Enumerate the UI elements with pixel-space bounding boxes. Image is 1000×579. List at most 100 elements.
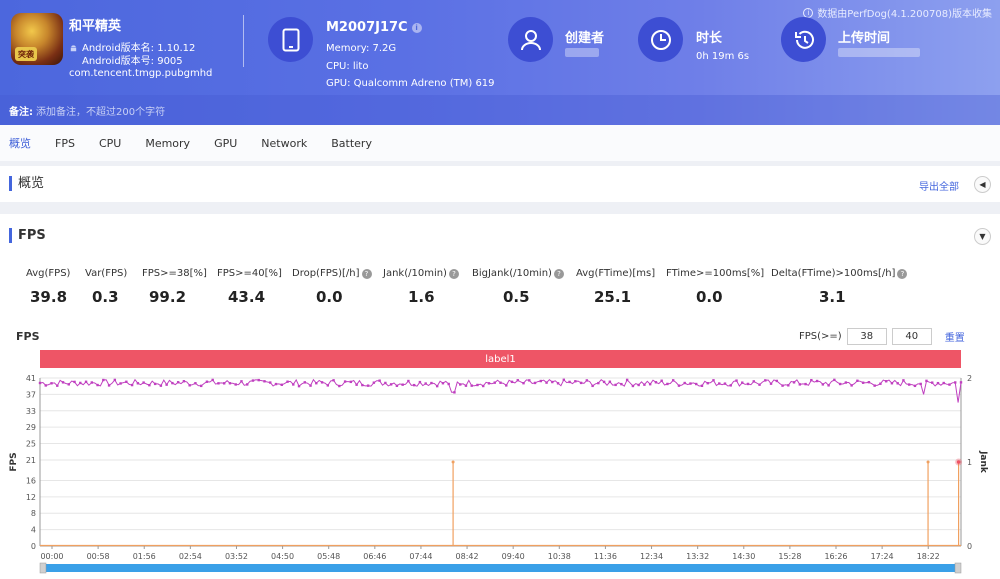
fps-point <box>366 384 370 387</box>
fps-point <box>234 383 237 386</box>
help-icon[interactable]: ? <box>553 268 564 279</box>
stat-label: Drop(FPS)[/h]? <box>292 268 372 279</box>
fps-point <box>660 379 663 382</box>
fps-point <box>355 383 358 386</box>
fps-point <box>683 381 686 385</box>
fps-point <box>815 379 819 383</box>
app-icon-badge: 突袭 <box>15 47 37 61</box>
fps-point <box>384 381 387 385</box>
device-info-icon[interactable]: i <box>411 22 422 33</box>
fps-point <box>269 381 272 384</box>
fps-point <box>741 381 744 384</box>
fps-point <box>343 380 347 383</box>
tab-cpu[interactable]: CPU <box>87 125 133 161</box>
fps-point <box>389 383 393 386</box>
stat-fps-ge-40: FPS>=40[%] 43.4 <box>217 268 282 306</box>
fps-point <box>240 380 243 383</box>
x-tick-label: 09:40 <box>502 552 525 561</box>
fps-chart[interactable]: 0481216212529333741012FPS Jank00:00 00:58 0… <box>0 371 1000 579</box>
stat-label-text: Var(FPS) <box>85 268 128 279</box>
stat-var-fps: Var(FPS) 0.3 <box>85 268 127 306</box>
help-icon[interactable]: ? <box>361 268 372 279</box>
y-tick-label: 16 <box>26 476 36 485</box>
tab-battery[interactable]: Battery <box>319 125 384 161</box>
fps-point <box>182 380 186 383</box>
fps-point <box>199 384 203 388</box>
fps-point <box>545 381 548 384</box>
export-all-link[interactable]: 导出全部 <box>919 178 959 193</box>
remark-input[interactable]: 添加备注，不超过200个字符 <box>36 103 165 118</box>
stat-avg-ftime: Avg(FTime)[ms] 25.1 <box>576 268 655 306</box>
fps-point <box>418 380 422 384</box>
fps-point <box>516 379 519 382</box>
jank-point <box>926 460 930 464</box>
y2-tick-label: 0 <box>967 542 972 551</box>
overview-panel: 概览 导出全部 ◀ <box>0 166 1000 202</box>
x-tick-label: 02:54 <box>179 552 202 561</box>
tab-gpu[interactable]: GPU <box>202 125 249 161</box>
fps-point <box>787 384 790 387</box>
remark-bar[interactable]: 备注: 添加备注，不超过200个字符 <box>0 95 1000 125</box>
device-cpu: CPU: lito <box>326 61 369 72</box>
fps-point <box>896 382 899 385</box>
stat-label-text: FTime>=100ms[%] <box>666 268 765 279</box>
fps-point <box>142 381 145 384</box>
tab-fps[interactable]: FPS <box>43 125 87 161</box>
x-tick-label: 12:34 <box>640 552 663 561</box>
fps-point <box>879 382 882 385</box>
x-tick-label: 15:28 <box>778 552 801 561</box>
fps-point <box>435 384 439 388</box>
fps-stats: Avg(FPS) 39.8 Var(FPS) 0.3 FPS>=38[%] 99… <box>0 268 1000 318</box>
tab-memory[interactable]: Memory <box>133 125 202 161</box>
jank-point <box>451 460 455 464</box>
fps-point <box>833 378 836 382</box>
android-version-code: Android版本号: 9005 <box>82 56 183 67</box>
label-bar[interactable]: label1 <box>40 350 961 368</box>
fps-point <box>850 384 853 387</box>
chevron-down-icon[interactable]: ▼ <box>974 228 991 245</box>
fps-point <box>505 384 508 387</box>
chart-scrollbar <box>40 564 961 572</box>
fps-point <box>556 382 560 385</box>
fps-threshold-label: FPS(>=) <box>799 331 842 342</box>
fps-point <box>712 379 715 382</box>
help-icon[interactable]: ? <box>897 268 908 279</box>
fps-point <box>188 384 191 387</box>
fps-threshold-1-input[interactable] <box>846 328 887 345</box>
fps-point <box>666 382 669 386</box>
tab-overview[interactable]: 概览 <box>0 125 43 161</box>
fps-point <box>533 381 537 385</box>
fps-point <box>522 381 525 385</box>
fps-point <box>372 381 376 384</box>
y2-tick-label: 2 <box>967 374 972 383</box>
collapse-left-icon[interactable]: ◀ <box>974 176 991 193</box>
fps-point <box>827 384 830 387</box>
stat-value: 39.8 <box>30 288 68 306</box>
stat-label: FTime>=100ms[%] <box>666 268 764 279</box>
app-icon: 突袭 <box>11 13 63 65</box>
report-header: i 数据由PerfDog(4.1.200708)版本收集 突袭 和平精英 And… <box>0 0 1000 125</box>
fps-point <box>378 379 381 382</box>
x-tick-label: 00:00 <box>40 552 63 561</box>
stat-value: 0.3 <box>92 288 119 306</box>
fps-point <box>165 383 168 386</box>
fps-point <box>459 383 462 386</box>
fps-threshold-2-input[interactable] <box>891 328 932 345</box>
fps-point <box>113 378 117 382</box>
help-icon[interactable]: ? <box>448 268 459 279</box>
tab-network[interactable]: Network <box>249 125 319 161</box>
y-tick-label: 21 <box>26 456 36 465</box>
fps-point <box>274 382 278 386</box>
bigjank-point <box>956 460 961 464</box>
phone-icon <box>282 28 299 51</box>
stat-label: Var(FPS) <box>85 268 127 279</box>
fps-point <box>907 383 911 386</box>
fps-point <box>591 384 594 388</box>
fps-point <box>551 380 554 384</box>
device-circle <box>268 17 313 62</box>
fps-point <box>867 380 871 384</box>
fps-point <box>119 382 122 385</box>
fps-point <box>223 382 226 385</box>
fps-point <box>194 382 197 385</box>
reset-button[interactable]: 重置 <box>945 329 965 344</box>
